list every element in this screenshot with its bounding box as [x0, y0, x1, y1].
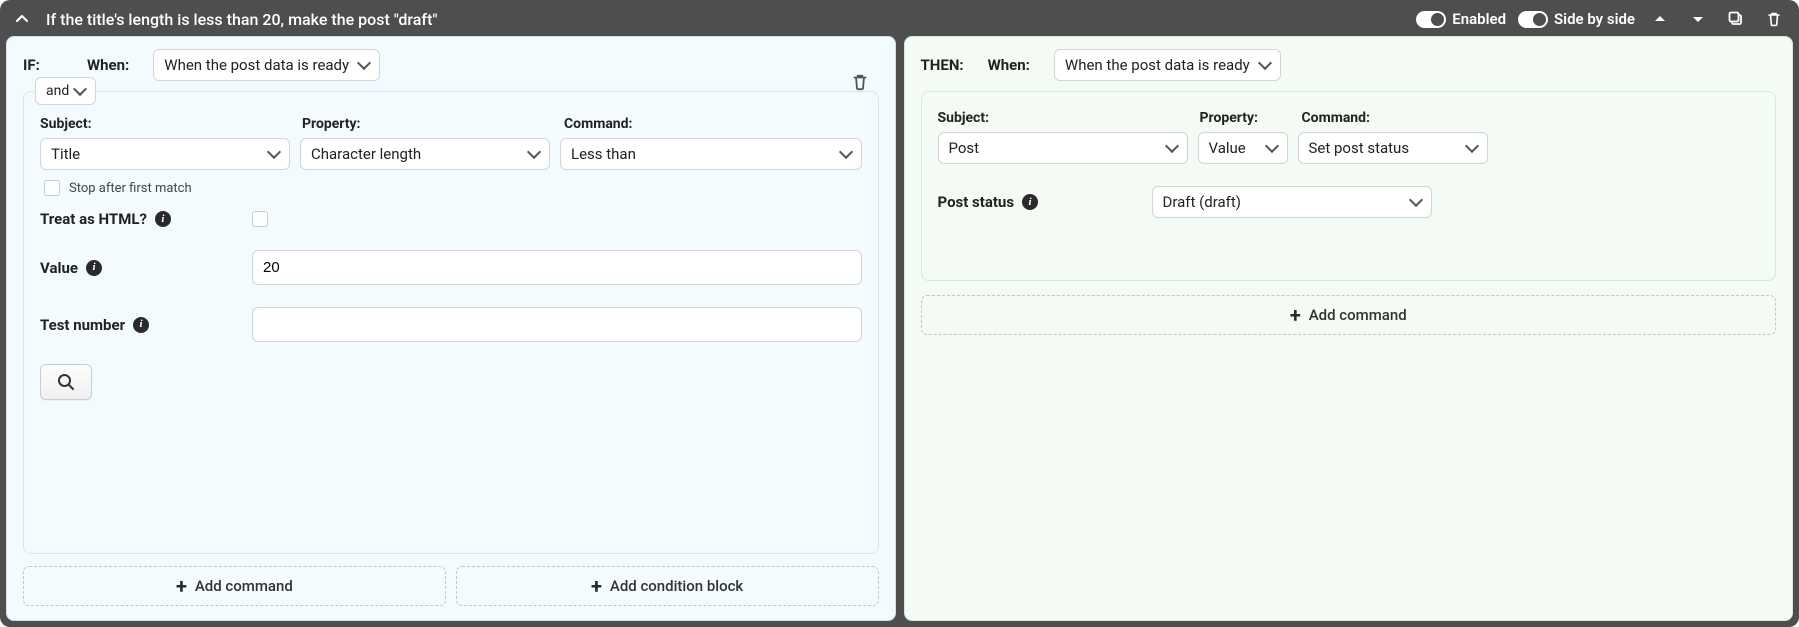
test-number-row: Test number i: [40, 307, 862, 342]
move-up-button[interactable]: [1647, 6, 1673, 32]
post-status-label: Post status: [938, 193, 1015, 211]
chevron-up-icon: [14, 11, 30, 27]
plus-icon: +: [176, 576, 187, 596]
if-selects-row: Title Character length Less than: [40, 138, 862, 170]
test-number-label: Test number: [40, 316, 125, 334]
if-add-command-button[interactable]: + Add command: [23, 566, 446, 606]
then-subject-select[interactable]: Post: [938, 132, 1188, 164]
group-operator-select[interactable]: and: [35, 77, 96, 105]
stop-after-first-match-row: Stop after first match: [44, 180, 862, 196]
if-property-value: Character length: [311, 145, 421, 163]
post-status-select[interactable]: Draft (draft): [1152, 186, 1432, 218]
trash-icon: [1766, 11, 1782, 27]
if-command-select[interactable]: Less than: [560, 138, 862, 170]
trash-icon: [851, 73, 869, 91]
collapse-toggle[interactable]: [10, 7, 34, 31]
then-property-value: Value: [1209, 139, 1246, 157]
plus-icon: +: [591, 576, 602, 596]
test-number-input[interactable]: [252, 307, 862, 342]
stop-after-first-match-label: Stop after first match: [69, 181, 192, 196]
subject-label: Subject:: [40, 116, 290, 132]
command-label: Command:: [564, 116, 862, 132]
then-subject-value: Post: [949, 139, 980, 157]
then-property-select[interactable]: Value: [1198, 132, 1288, 164]
enabled-toggle[interactable]: Enabled: [1416, 10, 1506, 28]
condition-card: Subject: Property: Command: Title Charac…: [23, 91, 879, 554]
post-status-value: Draft (draft): [1163, 193, 1242, 211]
search-icon: [56, 372, 76, 392]
delete-button[interactable]: [1761, 6, 1787, 32]
title-bar: If the title's length is less than 20, m…: [6, 6, 1793, 36]
post-status-row: Post status i Draft (draft): [938, 186, 1760, 218]
caret-up-icon: [1653, 12, 1667, 26]
value-input[interactable]: [252, 250, 862, 285]
side-by-side-toggle[interactable]: Side by side: [1518, 10, 1635, 28]
then-heading: THEN:: [921, 56, 964, 74]
then-add-buttons: + Add command: [921, 295, 1777, 335]
duplicate-button[interactable]: [1723, 6, 1749, 32]
then-property-label: Property:: [1200, 110, 1290, 126]
if-subject-value: Title: [51, 145, 80, 163]
then-when-value: When the post data is ready: [1065, 56, 1250, 74]
value-label: Value: [40, 259, 78, 277]
enabled-label: Enabled: [1452, 10, 1506, 28]
if-add-condition-block-button[interactable]: + Add condition block: [456, 566, 879, 606]
panes: IF: When: When the post data is ready an…: [6, 36, 1793, 621]
if-add-command-label: Add command: [195, 577, 293, 595]
then-command-label: Command:: [1302, 110, 1492, 126]
then-command-value: Set post status: [1309, 139, 1410, 157]
if-subject-select[interactable]: Title: [40, 138, 290, 170]
caret-down-icon: [1691, 12, 1705, 26]
info-icon[interactable]: i: [1022, 194, 1038, 210]
toggle-switch-icon: [1416, 11, 1446, 28]
if-add-buttons: + Add command + Add condition block: [23, 566, 879, 606]
rule-title: If the title's length is less than 20, m…: [46, 10, 438, 29]
group-operator-value: and: [46, 83, 69, 99]
treat-as-html-row: Treat as HTML? i: [40, 210, 862, 228]
info-icon[interactable]: i: [155, 211, 171, 227]
then-add-command-button[interactable]: + Add command: [921, 295, 1777, 335]
move-down-button[interactable]: [1685, 6, 1711, 32]
if-command-value: Less than: [571, 145, 636, 163]
action-card: Subject: Property: Command: Post Value S…: [921, 91, 1777, 281]
preview-button[interactable]: [40, 364, 92, 400]
if-when-label: When:: [87, 56, 129, 74]
then-subject-label: Subject:: [938, 110, 1188, 126]
then-pane-header: THEN: When: When the post data is ready: [921, 49, 1777, 81]
if-pane: IF: When: When the post data is ready an…: [6, 36, 896, 621]
if-pane-header: IF: When: When the post data is ready: [23, 49, 879, 81]
if-property-select[interactable]: Character length: [300, 138, 550, 170]
then-selects-row: Post Value Set post status: [938, 132, 1760, 164]
plus-icon: +: [1290, 305, 1301, 325]
if-add-condition-block-label: Add condition block: [610, 577, 743, 595]
then-add-command-label: Add command: [1309, 306, 1407, 324]
stop-after-first-match-checkbox[interactable]: [44, 180, 60, 196]
treat-as-html-label: Treat as HTML?: [40, 210, 147, 228]
if-when-select[interactable]: When the post data is ready: [153, 49, 380, 81]
value-row: Value i: [40, 250, 862, 285]
property-label: Property:: [302, 116, 552, 132]
if-when-value: When the post data is ready: [164, 56, 349, 74]
then-pane: THEN: When: When the post data is ready …: [904, 36, 1794, 621]
rule-editor: If the title's length is less than 20, m…: [0, 0, 1799, 627]
then-command-select[interactable]: Set post status: [1298, 132, 1488, 164]
info-icon[interactable]: i: [86, 260, 102, 276]
toggle-switch-icon: [1518, 11, 1548, 28]
treat-as-html-checkbox[interactable]: [252, 211, 268, 227]
then-when-select[interactable]: When the post data is ready: [1054, 49, 1281, 81]
if-heading: IF:: [23, 56, 63, 74]
if-labels-row: Subject: Property: Command:: [40, 116, 862, 132]
then-when-label: When:: [988, 56, 1030, 74]
copy-icon: [1728, 11, 1744, 27]
side-by-side-label: Side by side: [1554, 10, 1635, 28]
then-labels-row: Subject: Property: Command:: [938, 110, 1760, 126]
info-icon[interactable]: i: [133, 317, 149, 333]
